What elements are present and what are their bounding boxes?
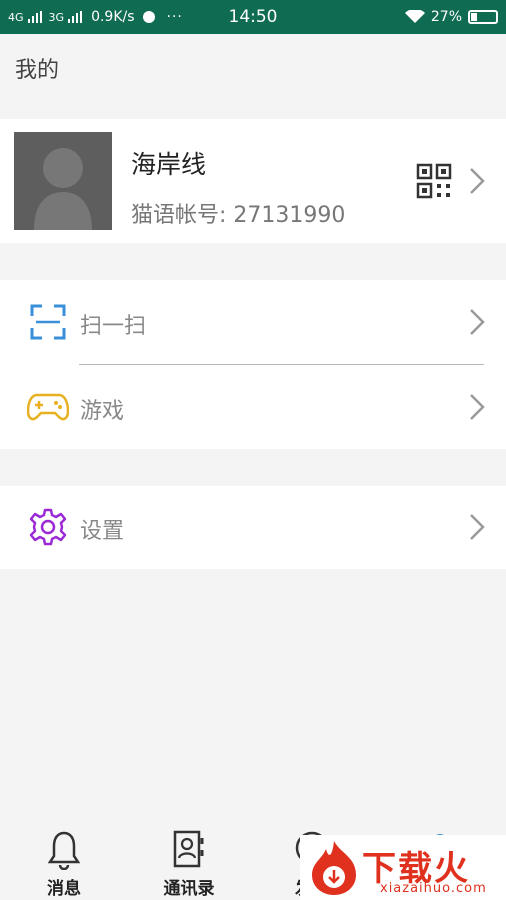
chevron-right-icon: [470, 309, 485, 335]
tab-label: 通讯录: [163, 879, 215, 899]
avatar[interactable]: [14, 132, 112, 230]
flame-logo-icon: [312, 841, 356, 895]
chevron-right-icon: [470, 394, 485, 420]
battery-icon: [468, 10, 498, 24]
scan-icon: [30, 304, 66, 340]
bell-icon: [48, 831, 80, 870]
chevron-right-icon[interactable]: [468, 167, 486, 195]
network-type-2: 3G: [48, 10, 65, 24]
default-avatar-icon: [34, 148, 92, 230]
game-label: 游戏: [80, 399, 125, 424]
watermark: 下载火 xiazaihuo.com: [300, 835, 506, 900]
network-type-1: 4G: [8, 10, 24, 24]
account-id: 猫语帐号: 27131990: [131, 203, 346, 228]
battery-percent: 27%: [430, 9, 462, 25]
gear-icon: [29, 508, 67, 546]
signal-icon-2: [68, 11, 83, 23]
watermark-domain: xiazaihuo.com: [380, 881, 487, 896]
status-right: 27%: [404, 9, 498, 25]
contacts-icon: [173, 830, 204, 868]
chevron-right-icon: [470, 514, 485, 540]
signal-icon: [27, 11, 42, 23]
wifi-icon: [404, 10, 425, 23]
status-bar: 4G 3G 0.9K/s ··· 14:50 27%: [0, 0, 506, 34]
profile-name: 海岸线: [131, 150, 207, 179]
status-left: 4G 3G 0.9K/s ···: [8, 9, 183, 25]
qr-code-icon[interactable]: [416, 163, 452, 199]
menu-item-scan[interactable]: 扫一扫: [0, 280, 506, 364]
menu-group-settings: 设置: [0, 486, 506, 569]
menu-item-settings[interactable]: 设置: [0, 486, 506, 569]
menu-group-primary: 扫一扫 游戏: [0, 280, 506, 449]
tab-label: 消息: [47, 879, 81, 899]
settings-label: 设置: [80, 519, 125, 544]
more-notifications-icon: ···: [166, 9, 183, 25]
gamepad-icon: [27, 393, 69, 421]
page-title: 我的: [15, 58, 60, 83]
scan-label: 扫一扫: [80, 314, 147, 339]
tab-contacts[interactable]: 通讯录: [139, 820, 239, 900]
browser-icon: [142, 11, 155, 23]
menu-item-game[interactable]: 游戏: [0, 365, 506, 449]
network-speed: 0.9K/s: [91, 9, 135, 25]
tab-messages[interactable]: 消息: [14, 820, 114, 900]
